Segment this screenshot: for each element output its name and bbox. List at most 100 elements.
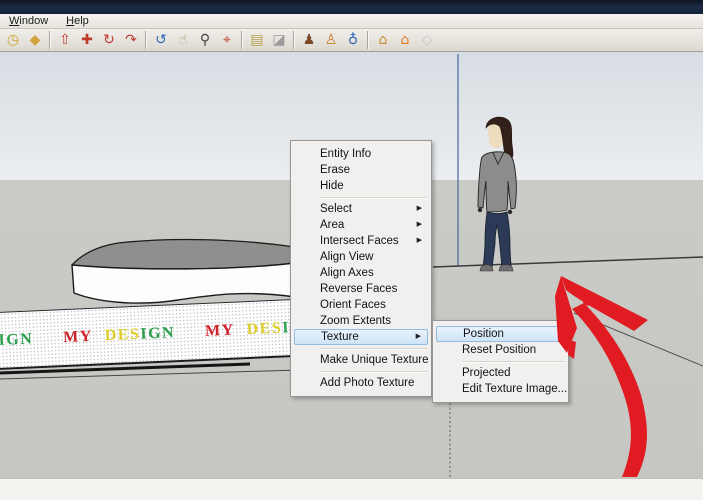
submenu-arrow-icon: ▶ (417, 201, 422, 217)
menu-item-edit-texture-image[interactable]: Edit Texture Image... (434, 381, 567, 397)
menubar-item-window[interactable]: Window (0, 14, 57, 28)
menu-item-label: Reset Position (462, 342, 559, 358)
menu-item-zoom-extents[interactable]: Zoom Extents (292, 313, 430, 329)
menu-item-label: Area (320, 217, 413, 233)
share-model-icon[interactable]: ⌂ (394, 30, 416, 50)
look-around-icon[interactable]: ♙ (320, 30, 342, 50)
menu-item-align-axes[interactable]: Align Axes (292, 265, 430, 281)
follow-me-icon[interactable]: ↷ (120, 30, 142, 50)
menu-item-label: Orient Faces (320, 297, 422, 313)
submenu-arrow-icon: ▶ (417, 233, 422, 249)
banner-word: MY (63, 327, 93, 345)
menu-item-align-view[interactable]: Align View (292, 249, 430, 265)
menu-item-label: Zoom Extents (320, 313, 422, 329)
sketchup-window: WindowHelp ◷◆⇧✚↻↷↺☝⚲⌖▤◪♟♙♁⌂⌂◇ (0, 0, 703, 500)
person-hand-right (508, 210, 512, 214)
menu-separator (320, 348, 428, 350)
position-camera-icon[interactable]: ♟ (298, 30, 320, 50)
curved-slab[interactable] (72, 240, 295, 304)
banner-word: MY (205, 321, 235, 339)
menu-item-make-unique-texture[interactable]: Make Unique Texture (292, 352, 430, 368)
banner-word: IGN (0, 330, 34, 348)
menu-item-label: Align Axes (320, 265, 422, 281)
push-pull-icon[interactable]: ⇧ (54, 30, 76, 50)
menu-item-label: Position (463, 327, 558, 341)
menu-item-label: Make Unique Texture (320, 352, 428, 368)
menu-item-label: Erase (320, 162, 422, 178)
get-models-icon[interactable]: ⌂ (372, 30, 394, 50)
tape-measure-icon[interactable]: ◷ (2, 30, 24, 50)
menubar-item-help[interactable]: Help (57, 14, 98, 28)
banner-space (33, 342, 63, 343)
slab-top-face[interactable] (72, 240, 295, 269)
toolbar-separator (293, 31, 295, 49)
banner-word: IGN (140, 324, 175, 342)
toolbar-separator (49, 31, 51, 49)
menu-item-label: Select (320, 201, 413, 217)
toolbar-separator (367, 31, 369, 49)
menu-item-label: Projected (462, 365, 559, 381)
menu-item-intersect-faces[interactable]: Intersect Faces▶ (292, 233, 430, 249)
person-hand-left (478, 208, 482, 212)
toolbar-separator (145, 31, 147, 49)
menu-separator (320, 371, 428, 373)
menu-item-position[interactable]: Position (436, 326, 565, 342)
menu-item-reverse-faces[interactable]: Reverse Faces (292, 281, 430, 297)
menu-item-label: Edit Texture Image... (462, 381, 567, 397)
receding-edge-line (574, 313, 703, 366)
texture-submenu: PositionReset Position ProjectedEdit Text… (432, 320, 569, 403)
move-icon[interactable]: ✚ (76, 30, 98, 50)
menu-item-entity-info[interactable]: Entity Info (292, 146, 430, 162)
menu-item-texture[interactable]: Texture ▶ (294, 329, 428, 345)
zoom-extents-icon[interactable]: ⌖ (216, 30, 238, 50)
viewport-3d[interactable]: MYDESIGNMYDESIGNMYDESIGNMYDESIGN Entity … (0, 52, 703, 478)
submenu-arrow-icon: ▶ (416, 330, 421, 344)
menu-separator (462, 361, 565, 363)
menu-item-projected[interactable]: Projected (434, 365, 567, 381)
menu-item-label: Add Photo Texture (320, 375, 422, 391)
section-plane-icon[interactable]: ◪ (268, 30, 290, 50)
menu-item-select[interactable]: Select▶ (292, 201, 430, 217)
banner-space (93, 340, 105, 341)
menu-item-label: Intersect Faces (320, 233, 413, 249)
menu-item-label: Align View (320, 249, 422, 265)
horizon-edge-line (433, 257, 703, 267)
banner-space (235, 334, 247, 335)
person-shoe-left (480, 265, 493, 271)
banner-text: MYDESIGNMYDESIGNMYDESIGNMYDESIGN (0, 310, 310, 353)
title-bar (0, 0, 703, 14)
menu-item-reset-position[interactable]: Reset Position (434, 342, 567, 358)
menu-item-add-photo-texture[interactable]: Add Photo Texture (292, 375, 430, 391)
menu-item-label: Texture (321, 330, 412, 344)
menu-item-label: Reverse Faces (320, 281, 422, 297)
status-bar (0, 478, 703, 500)
model-box-disabled-icon[interactable]: ◇ (416, 30, 438, 50)
banner-word: DES (246, 319, 282, 338)
google-earth-icon[interactable]: ♁ (342, 30, 364, 50)
paint-bucket-icon[interactable]: ◆ (24, 30, 46, 50)
slab-front-face[interactable] (72, 263, 295, 303)
rotate-icon[interactable]: ↻ (98, 30, 120, 50)
person-jeans (483, 212, 511, 268)
banner-space (175, 335, 205, 336)
pan-icon[interactable]: ☝ (172, 30, 194, 50)
banner-word: DES (104, 325, 140, 344)
menu-item-area[interactable]: Area▶ (292, 217, 430, 233)
menu-separator (320, 197, 428, 199)
toolbar: ◷◆⇧✚↻↷↺☝⚲⌖▤◪♟♙♁⌂⌂◇ (0, 29, 703, 52)
orbit-icon[interactable]: ↺ (150, 30, 172, 50)
menu-item-orient-faces[interactable]: Orient Faces (292, 297, 430, 313)
menu-item-hide[interactable]: Hide (292, 178, 430, 194)
context-menu: Entity InfoEraseHideSelect▶Area▶Intersec… (290, 140, 432, 397)
toolbar-separator (241, 31, 243, 49)
menu-item-erase[interactable]: Erase (292, 162, 430, 178)
photo-texture-icon[interactable]: ▤ (246, 30, 268, 50)
person-sweater (478, 152, 516, 212)
menu-item-label: Hide (320, 178, 422, 194)
menu-item-label: Entity Info (320, 146, 422, 162)
menu-bar: WindowHelp (0, 14, 703, 29)
person-shoe-right (499, 265, 513, 271)
person-figure[interactable] (478, 117, 517, 271)
zoom-icon[interactable]: ⚲ (194, 30, 216, 50)
submenu-arrow-icon: ▶ (417, 217, 422, 233)
